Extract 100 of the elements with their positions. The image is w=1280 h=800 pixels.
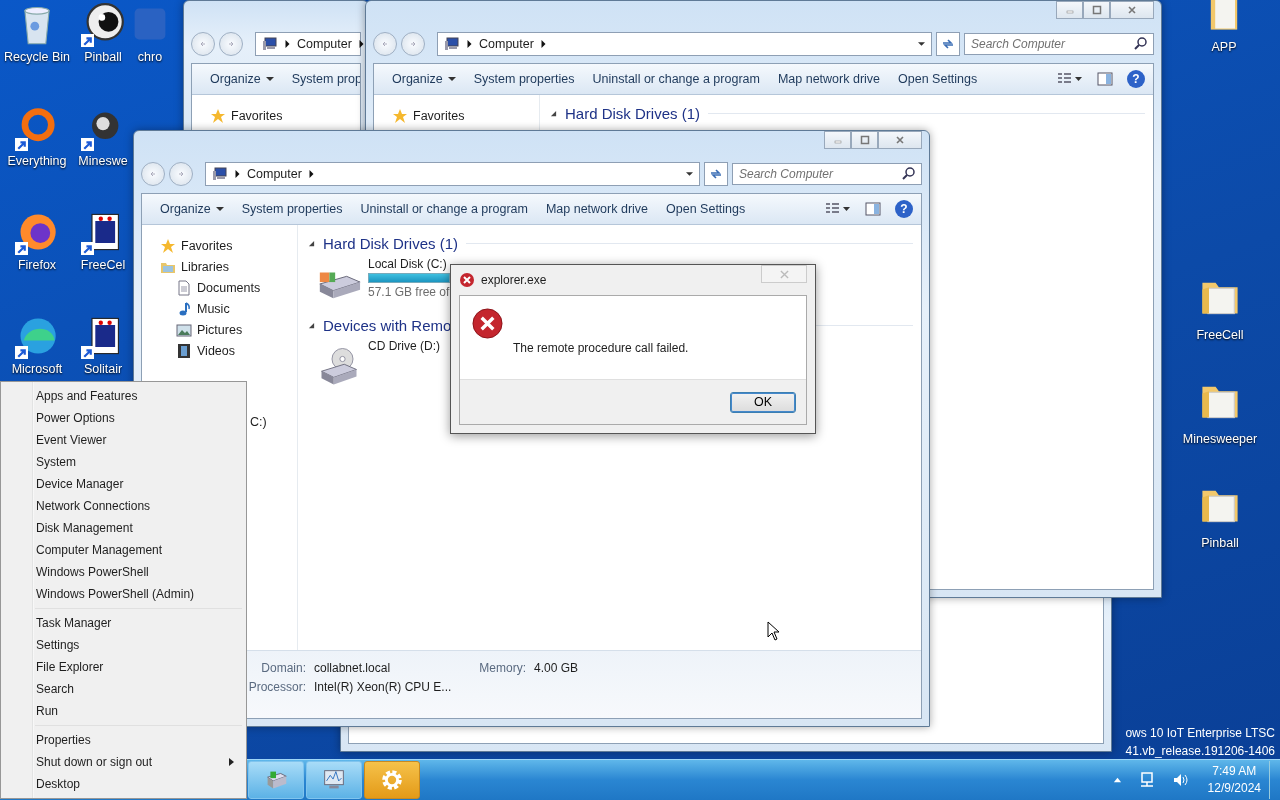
collapse-icon[interactable]: [308, 239, 315, 247]
menu-item[interactable]: Search: [3, 678, 244, 700]
toolbar-button[interactable]: System properties: [465, 68, 583, 90]
error-message: The remote procedure call failed.: [513, 341, 689, 355]
close-button[interactable]: [1110, 1, 1154, 19]
toolbar-button[interactable]: Uninstall or change a program: [352, 198, 536, 220]
menu-item[interactable]: Computer Management: [3, 539, 244, 561]
nav-item[interactable]: Favorites: [374, 105, 539, 126]
menu-item[interactable]: Desktop: [3, 773, 244, 795]
nav-item[interactable]: Music: [142, 298, 297, 319]
search-field[interactable]: Search Computer: [732, 163, 922, 185]
minimize-button[interactable]: [824, 131, 851, 149]
menu-item[interactable]: System: [3, 451, 244, 473]
help-button[interactable]: ?: [895, 200, 913, 218]
forward-button[interactable]: [219, 32, 243, 56]
desktop-folder[interactable]: Minesweeper: [1182, 378, 1258, 482]
nav-item[interactable]: Favorites: [192, 105, 360, 126]
refresh-icon: [941, 37, 955, 51]
menu-item[interactable]: Task Manager: [3, 612, 244, 634]
help-button[interactable]: ?: [1127, 70, 1145, 88]
menu-item[interactable]: Run: [3, 700, 244, 722]
dialog-title: explorer.exe: [481, 273, 547, 287]
back-button[interactable]: [191, 32, 215, 56]
drive-item[interactable]: Local Disk (C:) 57.1 GB free of: [308, 257, 451, 305]
taskbar-button[interactable]: [248, 761, 304, 799]
back-button[interactable]: [141, 162, 165, 186]
star-icon: [160, 237, 176, 254]
desktop-shortcut[interactable]: Mineswe: [74, 104, 132, 208]
address-bar[interactable]: Computer: [205, 162, 700, 186]
toolbar-button[interactable]: Organize: [384, 68, 464, 90]
maximize-button[interactable]: [851, 131, 878, 149]
menu-item[interactable]: Windows PowerShell (Admin): [3, 583, 244, 605]
menu-item[interactable]: Windows PowerShell: [3, 561, 244, 583]
toolbar-button[interactable]: System properties: [233, 198, 351, 220]
toolbar-button[interactable]: Open Settings: [890, 68, 986, 90]
icon-label: Everything: [7, 154, 67, 168]
desktop-folder[interactable]: Pinball: [1198, 482, 1242, 586]
address-bar[interactable]: Computer: [437, 32, 932, 56]
computer-icon: [262, 36, 278, 52]
desktop-folder[interactable]: APP: [1202, 0, 1246, 54]
back-button[interactable]: [373, 32, 397, 56]
nav-item[interactable]: Documents: [142, 277, 297, 298]
show-hidden-icons-button[interactable]: [1112, 775, 1122, 785]
address-bar[interactable]: Computer: [255, 32, 361, 56]
menu-item[interactable]: Disk Management: [3, 517, 244, 539]
drive-name: Local Disk (C:): [368, 257, 448, 271]
forward-button[interactable]: [169, 162, 193, 186]
pane-icon: [1097, 72, 1113, 86]
collapse-icon[interactable]: [308, 321, 315, 329]
taskbar-button[interactable]: [306, 761, 362, 799]
nav-item[interactable]: Videos: [142, 340, 297, 361]
toolbar-button[interactable]: Open Settings: [658, 198, 754, 220]
volume-icon[interactable]: [1171, 772, 1190, 788]
menu-item[interactable]: Power Options: [3, 407, 244, 429]
close-button[interactable]: [878, 131, 922, 149]
group-heading: Hard Disk Drives (1): [565, 104, 700, 122]
toolbar-button[interactable]: Organize: [202, 68, 282, 90]
desktop-shortcut[interactable]: Everything: [0, 104, 74, 208]
refresh-button[interactable]: [936, 32, 960, 56]
maximize-button[interactable]: [1083, 1, 1110, 19]
nav-item[interactable]: Libraries: [142, 256, 297, 277]
menu-item[interactable]: Network Connections: [3, 495, 244, 517]
breadcrumb[interactable]: Computer: [247, 167, 302, 181]
toolbar-button[interactable]: Map network drive: [537, 198, 657, 220]
desktop-folder[interactable]: FreeCell: [1196, 274, 1244, 378]
forward-arrow-icon: [176, 169, 186, 179]
menu-item[interactable]: Apps and Features: [3, 385, 244, 407]
breadcrumb[interactable]: Computer: [479, 37, 534, 51]
menu-item[interactable]: Event Viewer: [3, 429, 244, 451]
error-icon: [472, 308, 503, 339]
menu-item[interactable]: File Explorer: [3, 656, 244, 678]
forward-button[interactable]: [401, 32, 425, 56]
refresh-button[interactable]: [704, 162, 728, 186]
minimize-button[interactable]: [1056, 1, 1083, 19]
breadcrumb[interactable]: Computer: [297, 37, 352, 51]
desktop-shortcut[interactable]: chro: [132, 0, 168, 104]
clock[interactable]: 7:49 AM 12/9/2024: [1207, 763, 1261, 797]
ok-button[interactable]: OK: [730, 391, 796, 413]
taskbar-button[interactable]: [364, 761, 420, 799]
search-icon: [901, 166, 917, 182]
menu-item[interactable]: Properties: [3, 729, 244, 751]
desktop-shortcut[interactable]: Recycle Bin: [0, 0, 74, 104]
desktop-shortcut[interactable]: FreeCel: [74, 208, 132, 312]
chevron-icon: [234, 170, 241, 178]
toolbar-button[interactable]: Uninstall or change a program: [584, 68, 768, 90]
collapse-icon[interactable]: [550, 109, 557, 117]
menu-item[interactable]: Settings: [3, 634, 244, 656]
menu-item[interactable]: Shut down or sign out: [3, 751, 244, 773]
toolbar-button[interactable]: Map network drive: [769, 68, 889, 90]
search-field[interactable]: Search Computer: [964, 33, 1154, 55]
toolbar-button[interactable]: Organize: [152, 198, 232, 220]
desktop-shortcut[interactable]: Firefox: [0, 208, 74, 312]
drive-item[interactable]: CD Drive (D:): [308, 339, 451, 387]
nav-item[interactable]: Favorites: [142, 235, 297, 256]
nav-item[interactable]: Pictures: [142, 319, 297, 340]
menu-item[interactable]: Device Manager: [3, 473, 244, 495]
view-list-icon: [1057, 72, 1083, 86]
back-arrow-icon: [380, 39, 390, 49]
desktop-shortcut[interactable]: Pinball: [74, 0, 132, 104]
close-button[interactable]: [761, 265, 807, 283]
